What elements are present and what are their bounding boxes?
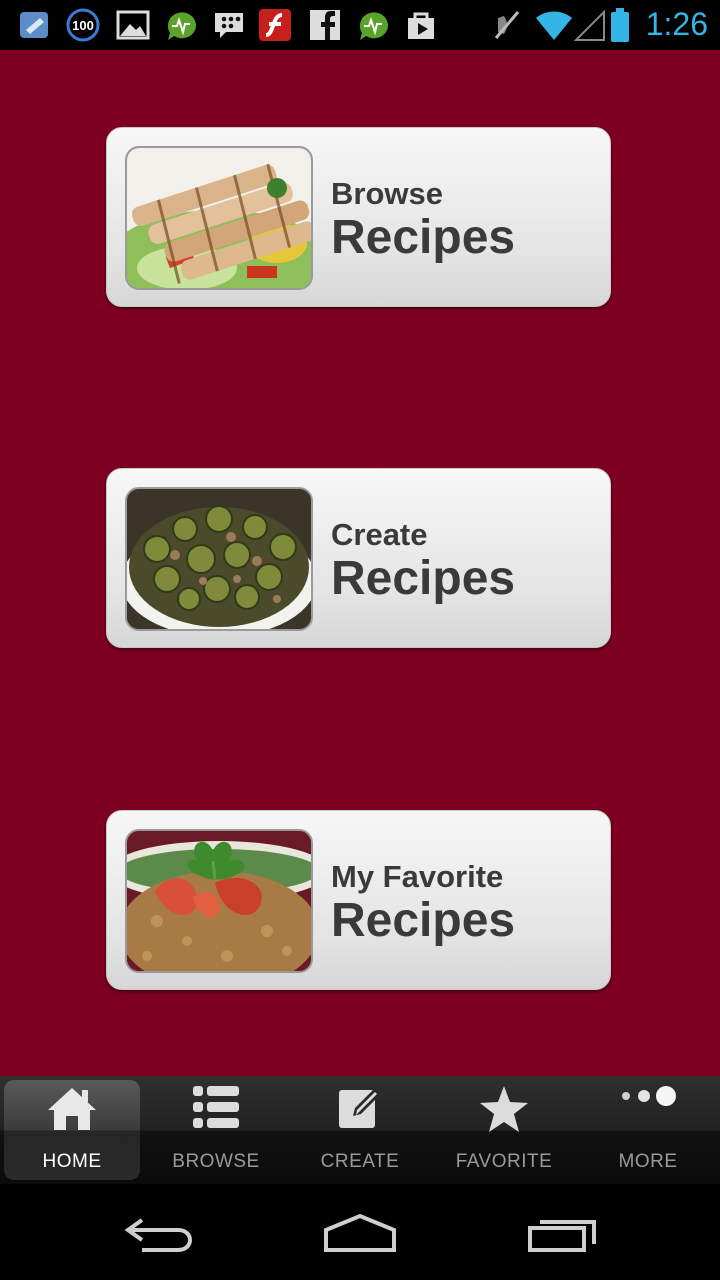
tab-label: MORE (618, 1151, 678, 1172)
brussels-sprouts-image (125, 487, 313, 631)
clock: 1:26 (645, 6, 708, 42)
activity-icon (356, 8, 390, 42)
card-title-large: Recipes (331, 552, 516, 605)
home-nav-icon[interactable] (322, 1212, 398, 1259)
flash-icon (258, 8, 292, 42)
card-title-large: Recipes (331, 894, 516, 947)
crab-cake-salsa-image (125, 829, 313, 973)
my-favorite-recipes-button[interactable]: My Favorite Recipes (106, 810, 611, 990)
battery-icon (608, 8, 634, 42)
grilled-chicken-salad-image (125, 146, 313, 290)
bottom-tab-bar: HOME BROWSE CREATE FAVORITE MORE (0, 1076, 720, 1184)
tab-label: BROWSE (172, 1151, 260, 1172)
edit-icon (335, 1082, 385, 1137)
list-icon (191, 1084, 241, 1135)
wifi-icon (534, 8, 574, 42)
star-icon (478, 1084, 530, 1139)
more-icon (616, 1084, 680, 1113)
battery-100-icon: 100 (66, 8, 100, 42)
pushbullet-icon (18, 8, 52, 42)
tab-label: CREATE (320, 1151, 400, 1172)
tab-browse[interactable]: BROWSE (144, 1076, 288, 1184)
card-title-small: My Favorite (331, 859, 504, 894)
mute-icon (490, 8, 524, 42)
facebook-icon (308, 8, 342, 42)
home-icon (46, 1084, 98, 1139)
status-bar: 100 1:26 (0, 0, 720, 50)
tab-label: HOME (42, 1151, 102, 1172)
system-nav-bar (0, 1184, 720, 1280)
tab-more[interactable]: MORE (576, 1076, 720, 1184)
svg-text:100: 100 (72, 18, 94, 33)
play-store-icon (404, 8, 438, 42)
signal-icon (573, 8, 608, 42)
card-title-small: Browse (331, 176, 443, 211)
tab-home[interactable]: HOME (4, 1080, 140, 1180)
card-title-large: Recipes (331, 211, 516, 264)
card-title-small: Create (331, 517, 428, 552)
back-icon[interactable] (124, 1214, 196, 1259)
recents-icon[interactable] (526, 1214, 598, 1259)
bbm-icon (212, 8, 246, 42)
tab-favorite[interactable]: FAVORITE (432, 1076, 576, 1184)
create-recipes-button[interactable]: Create Recipes (106, 468, 611, 648)
tab-create[interactable]: CREATE (288, 1076, 432, 1184)
tab-label: FAVORITE (455, 1151, 553, 1172)
browse-recipes-button[interactable]: Browse Recipes (106, 127, 611, 307)
gallery-icon (116, 8, 150, 42)
activity-icon (164, 8, 198, 42)
